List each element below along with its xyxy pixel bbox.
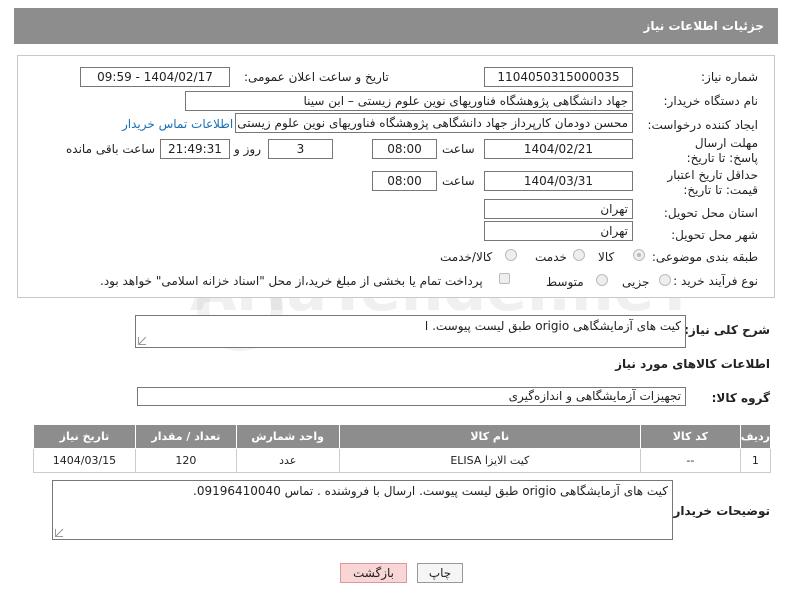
cell-date: 1404/03/15 <box>33 448 136 473</box>
cell-qty: 120 <box>134 448 237 473</box>
col-header-unit: واحد شمارش <box>235 424 340 449</box>
announce-field: 1404/02/17 - 09:59 <box>80 67 230 87</box>
deadline-time-label: ساعت <box>442 142 475 156</box>
table-row: 1 -- کیت الایزا ELISA عدد 120 1404/03/15 <box>33 448 772 473</box>
page-title: جزئیات اطلاعات نیاز <box>643 19 764 33</box>
requester-label: ایجاد کننده درخواست: <box>647 118 758 132</box>
buyer-contact-link[interactable]: اطلاعات تماس خریدار <box>122 117 233 131</box>
category-label: طبقه بندی موضوعی: <box>651 250 758 264</box>
min-price-label: حداقل تاریخ اعتبار قیمت: تا تاریخ: <box>667 168 758 197</box>
requester-field: محسن دودمان کارپرداز جهاد دانشگاهی پژوهش… <box>235 113 633 133</box>
table-header-row: ردیف کد کالا نام کالا واحد شمارش تعداد /… <box>33 424 772 449</box>
city-field: تهران <box>484 221 633 241</box>
payment-note: پرداخت تمام یا بخشی از مبلغ خرید،از محل … <box>100 274 483 288</box>
cell-row-num: 1 <box>739 448 772 473</box>
goods-table: ردیف کد کالا نام کالا واحد شمارش تعداد /… <box>33 424 772 473</box>
page-header: جزئیات اطلاعات نیاز <box>14 8 778 44</box>
deadline-date-field: 1404/02/21 <box>484 139 633 159</box>
process-radio-minor[interactable] <box>659 274 671 286</box>
goods-group-field: تجهیزات آزمایشگاهی و اندازه‌گیری <box>137 387 686 406</box>
remaining-label: ساعت باقی مانده <box>66 142 156 156</box>
announce-label: تاریخ و ساعت اعلان عمومی: <box>244 70 389 84</box>
deadline-time-field: 08:00 <box>372 139 437 159</box>
buyer-notes-label: توضیحات خریدار: <box>668 504 770 518</box>
cell-name: کیت الایزا ELISA <box>338 448 641 473</box>
remaining-time-field: 21:49:31 <box>160 139 230 159</box>
category-radio-goods[interactable] <box>633 249 645 261</box>
summary-label: شرح کلی نیاز: <box>684 323 770 337</box>
province-label: استان محل تحویل: <box>663 206 758 220</box>
min-price-time-field: 08:00 <box>372 171 437 191</box>
category-option-service: خدمت <box>535 250 567 264</box>
cell-code: -- <box>639 448 741 473</box>
print-button[interactable]: چاپ <box>417 563 463 583</box>
goods-group-label: گروه کالا: <box>711 391 770 405</box>
province-field: تهران <box>484 199 633 219</box>
process-option-medium: متوسط <box>546 275 584 289</box>
goods-section-title: اطلاعات کالاهای مورد نیاز <box>615 357 770 371</box>
page: جزئیات اطلاعات نیاز AriaTender.neT شماره… <box>0 0 788 598</box>
days-label: روز و <box>234 142 261 156</box>
col-header-date: تاریخ نیاز <box>33 424 136 449</box>
process-label: نوع فرآیند خرید : <box>673 274 758 288</box>
city-label: شهر محل تحویل: <box>671 228 758 242</box>
resize-handle-icon[interactable] <box>55 529 63 537</box>
deadline-label: مهلت ارسال پاسخ: تا تاریخ: <box>686 136 758 165</box>
process-option-minor: جزیی <box>622 275 650 289</box>
treasury-checkbox[interactable] <box>499 273 510 284</box>
summary-text: کیت های آزمایشگاهی origio طبق لیست پیوست… <box>424 319 681 333</box>
cell-unit: عدد <box>235 448 340 473</box>
need-number-label: شماره نیاز: <box>701 70 758 84</box>
summary-textarea[interactable]: کیت های آزمایشگاهی origio طبق لیست پیوست… <box>135 315 686 348</box>
col-header-code: کد کالا <box>639 424 741 449</box>
resize-handle-icon[interactable] <box>138 337 146 345</box>
min-price-time-label: ساعت <box>442 174 475 188</box>
buyer-notes-text: کیت های آزمایشگاهی origio طبق لیست پیوست… <box>193 484 668 498</box>
category-radio-goods-service[interactable] <box>505 249 517 261</box>
category-option-goods: کالا <box>598 250 615 264</box>
need-number-field: 1104050315000035 <box>484 67 633 87</box>
min-price-date-field: 1404/03/31 <box>484 171 633 191</box>
col-header-qty: تعداد / مقدار <box>134 424 237 449</box>
days-field: 3 <box>268 139 333 159</box>
col-header-row-num: ردیف <box>739 424 772 449</box>
category-radio-service[interactable] <box>573 249 585 261</box>
buyer-org-field: جهاد دانشگاهی پژوهشگاه فناوریهای نوین عل… <box>185 91 633 111</box>
buyer-org-label: نام دستگاه خریدار: <box>663 94 759 108</box>
col-header-name: نام کالا <box>338 424 641 449</box>
category-option-goods-service: کالا/خدمت <box>440 250 493 264</box>
buyer-notes-textarea[interactable]: کیت های آزمایشگاهی origio طبق لیست پیوست… <box>52 480 673 540</box>
back-button[interactable]: بازگشت <box>340 563 407 583</box>
process-radio-medium[interactable] <box>596 274 608 286</box>
